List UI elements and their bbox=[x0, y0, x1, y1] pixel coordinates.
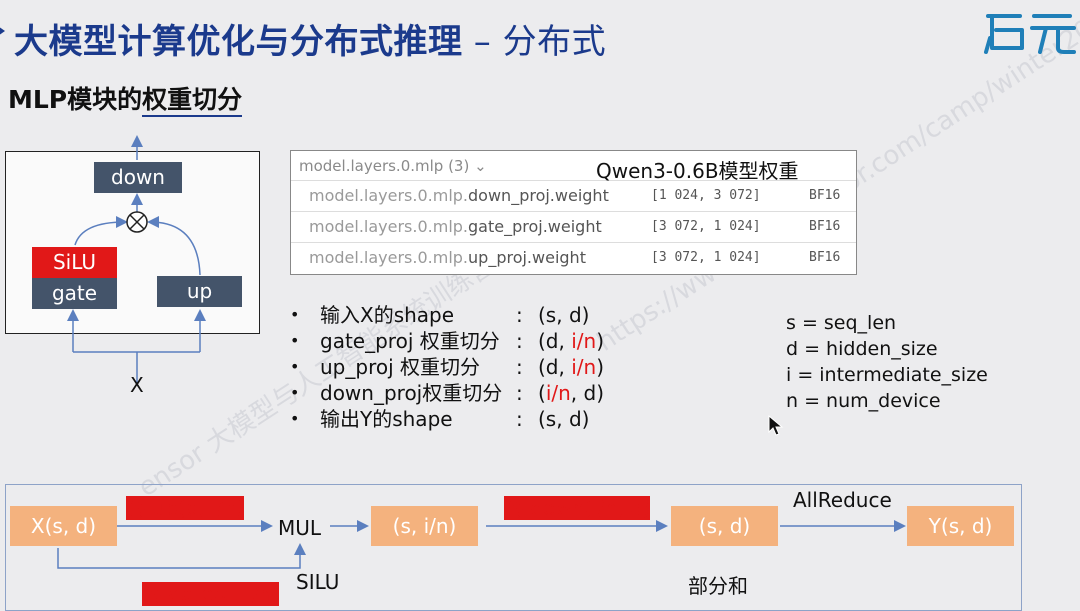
partial-sum-label: 部分和 bbox=[688, 574, 748, 598]
down-projection-label: @ down(i/n, d) bbox=[504, 496, 651, 520]
intermediate-box: (s, i/n) bbox=[371, 506, 478, 546]
up-projection-label: @ up(d, i/n) bbox=[126, 496, 244, 520]
silu-label: SILU bbox=[296, 570, 340, 594]
allreduce-label: AllReduce bbox=[793, 488, 892, 512]
gate-projection-label: @ gate(d, i/n) bbox=[142, 582, 280, 606]
flow-output-box: Y(s, d) bbox=[907, 506, 1014, 546]
flow-input-box: X(s, d) bbox=[10, 506, 117, 546]
partial-sum-box: (s, d) bbox=[671, 506, 778, 546]
mul-label: MUL bbox=[278, 516, 322, 540]
